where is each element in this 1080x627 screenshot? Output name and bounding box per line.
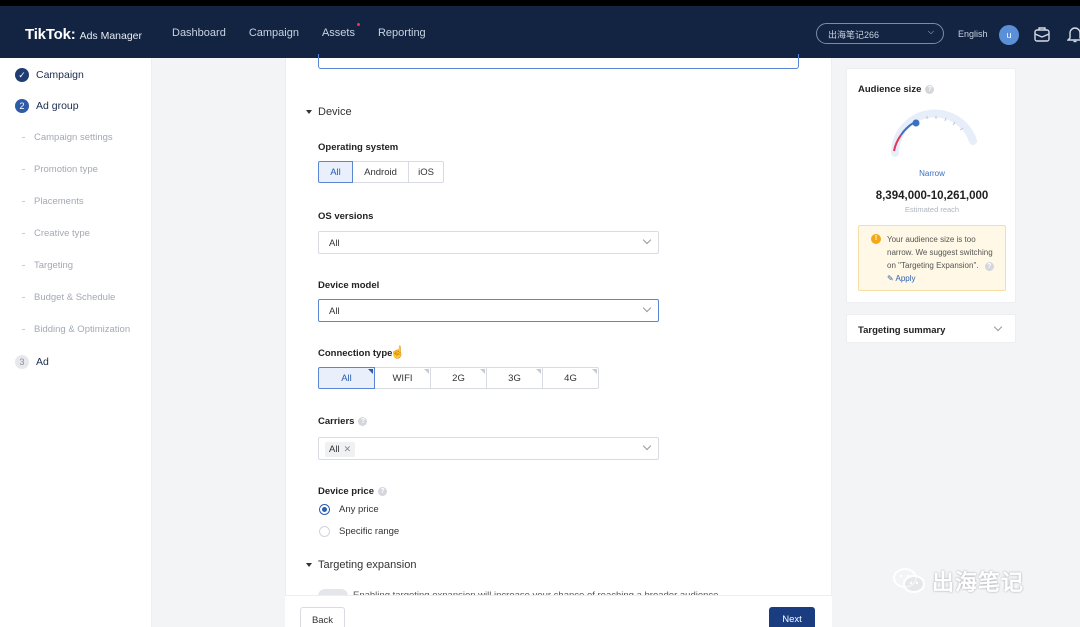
caret-down-icon [306, 563, 312, 567]
carrier-tag: All ✕ [325, 442, 356, 457]
chevron-down-icon [642, 303, 652, 313]
main-nav: Dashboard Campaign Assets Reporting [172, 23, 449, 39]
connection-option-2g[interactable]: 2G [430, 367, 487, 389]
nav-reporting[interactable]: Reporting [378, 27, 426, 39]
ad-group-form: Device Operating system All Android iOS … [285, 54, 832, 627]
nav-dashboard[interactable]: Dashboard [172, 27, 226, 39]
select-value: All [329, 238, 340, 249]
os-segmented-control: All Android iOS [318, 161, 444, 183]
substep-campaign-settings[interactable]: Campaign settings [22, 132, 113, 143]
step-label: Campaign [36, 69, 84, 81]
wechat-icon [893, 568, 925, 593]
previous-input-field[interactable] [318, 54, 799, 69]
step-number: 3 [15, 355, 29, 369]
check-icon: ✓ [15, 68, 29, 82]
logo-sub: Ads Manager [79, 30, 143, 42]
chevron-down-icon: ⌵ [927, 27, 934, 36]
os-option-all[interactable]: All [318, 161, 353, 183]
radio-selected [319, 504, 330, 515]
carriers-label: Carriers? [318, 416, 368, 427]
next-button[interactable]: Next [769, 607, 815, 627]
warning-icon: ! [871, 234, 881, 244]
substep-bidding-optimization[interactable]: Bidding & Optimization [22, 324, 130, 335]
radio-unselected [319, 526, 330, 537]
apply-link[interactable]: ✎ Apply [887, 274, 916, 283]
step-campaign[interactable]: ✓ Campaign [15, 68, 84, 82]
os-versions-select[interactable]: All [318, 231, 659, 254]
os-versions-label: OS versions [318, 211, 374, 222]
audience-warning: ! Your audience size is too narrow. We s… [858, 225, 1006, 291]
nav-assets[interactable]: Assets [321, 23, 360, 39]
connection-option-wifi[interactable]: WIFI [374, 367, 431, 389]
tiktok-ads-logo[interactable]: TikTok: Ads Manager [25, 26, 142, 43]
account-name: 出海笔记266 [828, 30, 880, 40]
audience-gauge [891, 109, 977, 157]
select-value: All [329, 306, 340, 317]
nav-assets-label: Assets [321, 27, 355, 39]
hand-cursor-icon: ☝ [390, 345, 405, 359]
form-footer: Back Next [285, 595, 832, 627]
section-title: Targeting expansion [318, 559, 417, 571]
connection-option-all[interactable]: All [318, 367, 375, 389]
step-label: Ad group [36, 100, 79, 112]
device-section-header[interactable]: Device [306, 106, 352, 118]
price-option-any[interactable]: Any price [319, 504, 379, 515]
warning-text: Your audience size is too narrow. We sug… [887, 235, 993, 270]
help-icon[interactable]: ? [984, 262, 994, 271]
connection-type-label: Connection type [318, 348, 393, 359]
help-icon[interactable]: ? [925, 85, 935, 94]
os-option-android[interactable]: Android [352, 161, 409, 183]
section-title: Device [318, 106, 352, 118]
os-option-ios[interactable]: iOS [408, 161, 444, 183]
caret-down-icon [306, 110, 312, 114]
connection-segmented-control: All WIFI 2G 3G 4G [318, 367, 599, 389]
logo-main: TikTok: [25, 26, 76, 43]
device-model-select[interactable]: All [318, 299, 659, 322]
device-price-label: Device price? [318, 486, 387, 497]
estimated-reach-value: 8,394,000-10,261,000 [875, 190, 989, 202]
chevron-down-icon[interactable] [993, 322, 1003, 332]
bell-icon[interactable] [1067, 25, 1080, 43]
step-ad[interactable]: 3 Ad [15, 355, 49, 369]
step-label: Ad [36, 356, 49, 368]
carriers-select[interactable]: All ✕ [318, 437, 659, 460]
audience-size-card: Audience size? Narrow 8,394,000-10,261,0… [846, 68, 1016, 303]
substep-placements[interactable]: Placements [22, 196, 84, 207]
watermark: 出海笔记 [892, 565, 1024, 597]
back-button[interactable]: Back [300, 607, 345, 627]
targeting-summary-card[interactable]: Targeting summary [846, 314, 1016, 343]
nav-campaign[interactable]: Campaign [249, 27, 299, 39]
step-number: 2 [15, 99, 29, 113]
account-selector[interactable]: 出海笔记266 ⌵ [816, 23, 944, 44]
substep-budget-schedule[interactable]: Budget & Schedule [22, 292, 115, 303]
audience-level: Narrow [919, 169, 945, 178]
device-model-label: Device model [318, 280, 380, 291]
substep-promotion-type[interactable]: Promotion type [22, 164, 98, 175]
substep-creative-type[interactable]: Creative type [22, 228, 90, 239]
chevron-down-icon [642, 235, 652, 245]
avatar[interactable]: u [999, 25, 1019, 45]
step-ad-group[interactable]: 2 Ad group [15, 99, 79, 113]
estimated-reach-label: Estimated reach [904, 205, 960, 214]
help-icon[interactable]: ? [377, 487, 387, 496]
price-option-range[interactable]: Specific range [319, 526, 399, 537]
audience-title: Audience size? [858, 84, 935, 95]
connection-option-4g[interactable]: 4G [542, 367, 599, 389]
chevron-down-icon [642, 441, 652, 451]
top-nav-bar: TikTok: Ads Manager Dashboard Campaign A… [0, 0, 1080, 58]
targeting-expansion-header[interactable]: Targeting expansion [306, 559, 416, 571]
os-label: Operating system [318, 142, 399, 153]
substep-targeting[interactable]: Targeting [22, 260, 73, 271]
connection-option-3g[interactable]: 3G [486, 367, 543, 389]
close-icon[interactable]: ✕ [344, 444, 352, 455]
briefcase-icon[interactable] [1033, 25, 1051, 43]
notification-dot [356, 23, 360, 26]
help-icon[interactable]: ? [358, 417, 368, 426]
summary-title: Targeting summary [858, 325, 946, 336]
language-selector[interactable]: English [958, 29, 988, 39]
step-sidebar: ✓ Campaign 2 Ad group Campaign settings … [0, 58, 152, 627]
